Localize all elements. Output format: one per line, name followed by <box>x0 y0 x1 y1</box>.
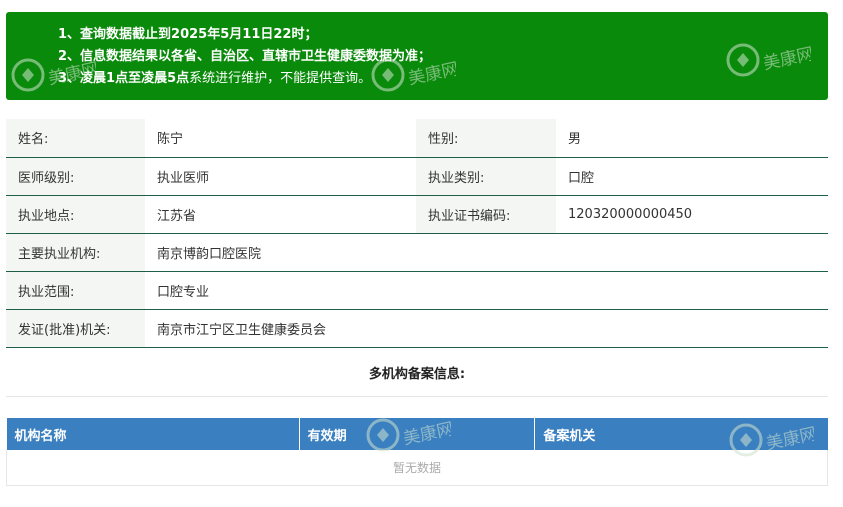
institution-value: 南京博韵口腔医院 <box>145 233 828 272</box>
column-filing-authority: 备案机关 <box>534 418 828 450</box>
notice-line-1: 1、查询数据截止到2025年5月11日22时； <box>58 24 828 46</box>
gender-label: 性别: <box>416 119 556 158</box>
notice-line-3-text: 系统进行维护，不能提供查询。 <box>189 71 372 86</box>
info-row-level: 医师级别: 执业医师 执业类别: 口腔 <box>6 157 828 196</box>
multi-table-empty-row: 暂无数据 <box>6 450 828 486</box>
empty-data-text: 暂无数据 <box>6 450 828 486</box>
multi-institution-table: 机构名称 有效期 备案机关 暂无数据 <box>6 418 828 486</box>
multi-institution-title: 多机构备案信息: <box>6 354 828 397</box>
info-row-issuer: 发证(批准)机关: 南京市江宁区卫生健康委员会 <box>6 309 828 348</box>
info-row-name: 姓名: 陈宁 性别: 男 <box>6 119 828 158</box>
level-value: 执业医师 <box>145 157 416 196</box>
category-value: 口腔 <box>556 157 828 196</box>
issuer-label: 发证(批准)机关: <box>6 309 145 348</box>
issuer-value: 南京市江宁区卫生健康委员会 <box>145 309 828 348</box>
location-value: 江苏省 <box>145 195 416 234</box>
notice-line-2-text: 2、信息数据结果以各省、自治区、直辖市卫生健康委数据为准； <box>58 49 432 64</box>
notice-line-1-text: 1、查询数据截止到2025年5月11日22时； <box>58 27 318 42</box>
column-institution-name: 机构名称 <box>6 418 300 450</box>
multi-table-header: 机构名称 有效期 备案机关 <box>6 418 828 450</box>
info-row-location: 执业地点: 江苏省 执业证书编码: 120320000000450 <box>6 195 828 234</box>
level-label: 医师级别: <box>6 157 145 196</box>
notice-line-3: 3、凌晨1点至凌晨5点系统进行维护，不能提供查询。 <box>58 68 828 90</box>
gender-value: 男 <box>556 119 828 158</box>
cert-value: 120320000000450 <box>556 195 828 234</box>
name-label: 姓名: <box>6 119 145 158</box>
notice-banner: 1、查询数据截止到2025年5月11日22时； 2、信息数据结果以各省、自治区、… <box>6 12 828 100</box>
info-row-institution: 主要执业机构: 南京博韵口腔医院 <box>6 233 828 272</box>
cert-label: 执业证书编码: <box>416 195 556 234</box>
scope-label: 执业范围: <box>6 271 145 310</box>
doctor-info-table: 姓名: 陈宁 性别: 男 医师级别: 执业医师 执业类别: 口腔 执业地点: 江… <box>6 119 828 348</box>
scope-value: 口腔专业 <box>145 271 828 310</box>
location-label: 执业地点: <box>6 195 145 234</box>
institution-label: 主要执业机构: <box>6 233 145 272</box>
category-label: 执业类别: <box>416 157 556 196</box>
name-value: 陈宁 <box>145 119 416 158</box>
info-row-scope: 执业范围: 口腔专业 <box>6 271 828 310</box>
notice-line-3-bold-text: 3、凌晨1点至凌晨5点 <box>58 71 190 86</box>
notice-line-2: 2、信息数据结果以各省、自治区、直辖市卫生健康委数据为准； <box>58 46 828 68</box>
column-validity: 有效期 <box>299 418 536 450</box>
